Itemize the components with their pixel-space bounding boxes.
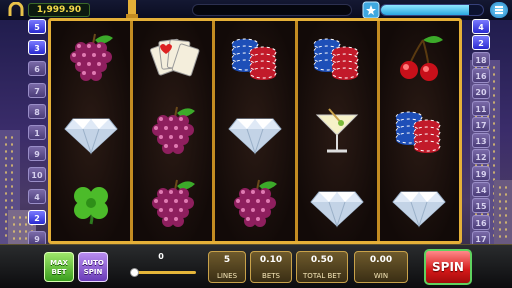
payline-button[interactable]: 4 (472, 19, 490, 34)
payline-button[interactable]: 10 (28, 167, 46, 183)
total-bet-value: 0.50 (310, 255, 334, 265)
cherries-icon (387, 28, 451, 88)
payline-button[interactable]: 17 (472, 116, 490, 132)
lines-value: 5 (223, 255, 231, 265)
payline-button[interactable]: 20 (472, 84, 490, 100)
lines-label: LINES (216, 272, 238, 280)
payline-button[interactable]: 19 (472, 165, 490, 181)
martini-icon (305, 101, 369, 161)
grapes-icon (223, 174, 287, 234)
payline-button[interactable]: 16 (472, 67, 490, 83)
total-bet-box: 0.50 TOTAL BET (296, 251, 348, 283)
bet-slider-value: 0 (158, 252, 164, 261)
bets-label: BETS (262, 272, 280, 280)
bet-slider-track[interactable] (134, 271, 196, 274)
reels-container (51, 21, 460, 241)
total-bet-label: TOTAL BET (303, 272, 341, 280)
reel-4 (297, 21, 377, 241)
casino-chips-icon (305, 28, 369, 88)
grapes-icon (141, 174, 205, 234)
auto-spin-label-line1: AUTO (82, 259, 104, 267)
payline-button[interactable]: 14 (472, 182, 490, 198)
max-bet-label-line2: BET (51, 268, 67, 276)
menu-button[interactable] (490, 2, 508, 18)
auto-spin-button[interactable]: AUTO SPIN (78, 252, 108, 282)
horseshoe-icon[interactable] (6, 1, 26, 18)
payline-button[interactable]: 13 (472, 133, 490, 149)
payline-button[interactable]: 2 (28, 209, 46, 225)
payline-button[interactable]: 18 (472, 51, 490, 67)
payline-button[interactable]: 2 (472, 35, 490, 51)
reel-1 (51, 21, 131, 241)
win-box: 0.00 WIN (354, 251, 408, 283)
balance-display: 1,999.90 (28, 3, 90, 17)
max-bet-label-line1: MAX (50, 259, 68, 267)
payline-button[interactable]: 3 (28, 40, 46, 56)
bets-box[interactable]: 0.10 BETS (250, 251, 292, 283)
grapes-icon (141, 101, 205, 161)
paytable-handle[interactable] (126, 0, 138, 20)
payline-button[interactable]: 6 (28, 61, 46, 77)
auto-spin-label-line2: SPIN (83, 268, 103, 276)
diamond-icon (305, 174, 369, 234)
xp-level-bar (380, 4, 484, 16)
reel-5 (379, 21, 460, 241)
lines-box[interactable]: 5 LINES (208, 251, 246, 283)
payline-button[interactable]: 5 (28, 19, 46, 34)
casino-chips-icon (223, 28, 287, 88)
grapes-icon (59, 28, 123, 88)
win-label: WIN (373, 272, 389, 280)
reel-2 (133, 21, 213, 241)
bet-slider-knob[interactable] (130, 268, 139, 277)
payline-button[interactable]: 15 (472, 198, 490, 214)
payline-button[interactable]: 4 (28, 188, 46, 204)
playing-cards-icon (141, 28, 205, 88)
diamond-icon (387, 174, 451, 234)
payline-button[interactable]: 1 (28, 125, 46, 140)
clover-icon (59, 174, 123, 234)
payline-button[interactable]: 11 (472, 100, 490, 116)
diamond-icon (223, 101, 287, 161)
payline-button[interactable]: 8 (28, 103, 46, 119)
skyline-building (494, 180, 512, 244)
payline-button[interactable]: 9 (28, 146, 46, 162)
payline-button[interactable]: 7 (28, 82, 46, 98)
level-star-icon (362, 1, 380, 19)
payline-button[interactable]: 16 (472, 214, 490, 230)
payline-button[interactable]: 12 (472, 149, 490, 165)
reel-3 (215, 21, 295, 241)
reel-frame (48, 18, 462, 244)
casino-chips-icon (387, 101, 451, 161)
diamond-icon (59, 101, 123, 161)
max-bet-button[interactable]: MAX BET (44, 252, 74, 282)
xp-level-fill (381, 5, 469, 15)
bets-value: 0.10 (259, 255, 283, 265)
spin-button[interactable]: SPIN (424, 249, 472, 285)
win-value: 0.00 (369, 255, 393, 265)
jackpot-progress-bar (192, 4, 352, 16)
